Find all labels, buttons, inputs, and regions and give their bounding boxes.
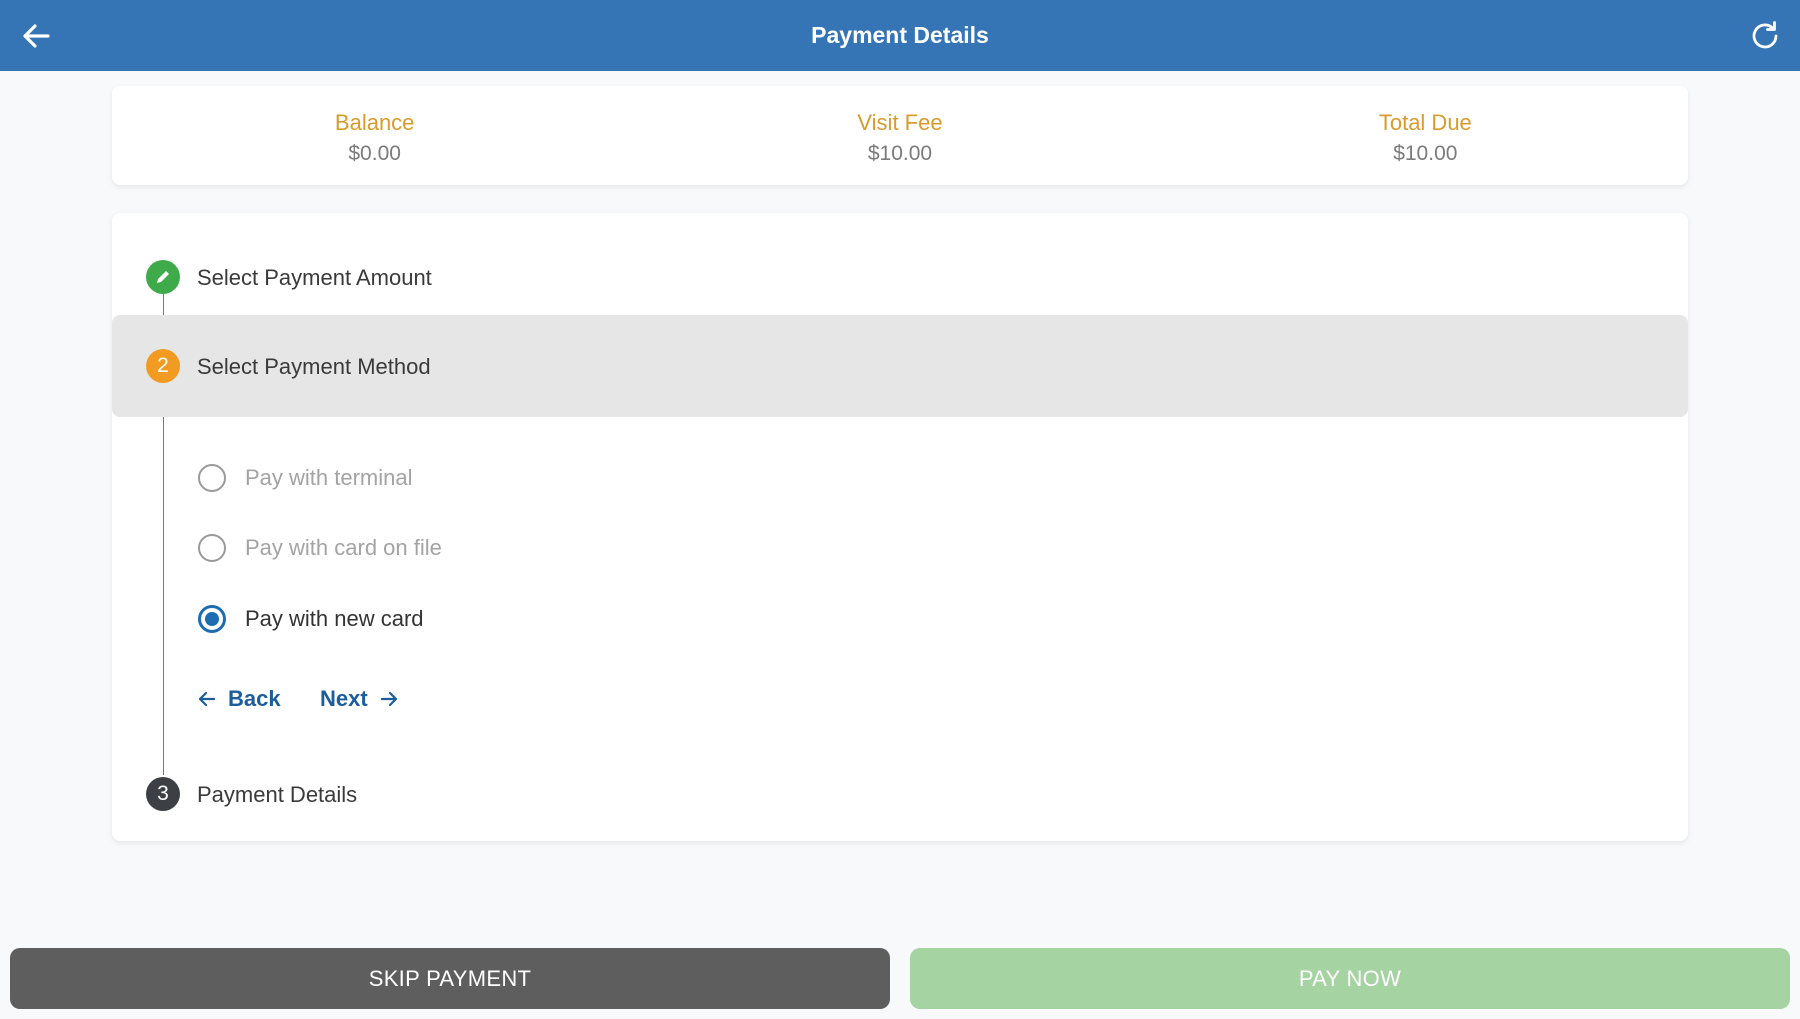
- balance-summary: Balance $0.00: [112, 86, 637, 185]
- payment-stepper: Select Payment Amount 2 Select Payment M…: [112, 213, 1688, 841]
- next-label: Next: [320, 686, 368, 711]
- total-due-label: Total Due: [1378, 110, 1472, 135]
- radio-label: Pay with terminal: [245, 465, 413, 490]
- step-connector: [163, 393, 164, 775]
- pencil-icon: [157, 271, 169, 283]
- radio-button[interactable]: [198, 464, 226, 492]
- step-back-button[interactable]: Back: [196, 679, 281, 719]
- step-label: Select Payment Method: [197, 354, 431, 379]
- page-title: Payment Details: [811, 22, 989, 48]
- visit-fee-label: Visit Fee: [857, 110, 943, 135]
- total-due-value: $10.00: [1393, 142, 1458, 165]
- arrow-right-icon: [380, 691, 397, 707]
- refresh-icon: [1752, 20, 1777, 48]
- radio-button[interactable]: [198, 534, 226, 562]
- step-label: Payment Details: [197, 782, 358, 807]
- radio-label: Pay with card on file: [245, 535, 442, 560]
- pay-now-button[interactable]: PAY NOW: [910, 948, 1790, 1009]
- radio-label: Pay with new card: [245, 606, 424, 631]
- step-number-badge: 3: [146, 777, 180, 811]
- radio-pay-with-new-card[interactable]: Pay with new card: [198, 599, 424, 639]
- balance-value: $0.00: [348, 142, 401, 165]
- total-due-summary: Total Due $10.00: [1163, 86, 1688, 185]
- balance-label: Balance: [334, 110, 415, 135]
- step-select-payment-amount[interactable]: Select Payment Amount: [112, 225, 1688, 303]
- back-label: Back: [228, 686, 281, 711]
- arrow-left-icon: [198, 691, 216, 707]
- balance-summary-card: Balance $0.00 Visit Fee $10.00 Total Due…: [112, 86, 1688, 185]
- step-complete-indicator: [146, 260, 180, 294]
- radio-pay-with-terminal[interactable]: Pay with terminal: [198, 458, 413, 498]
- step-label: Select Payment Amount: [197, 265, 432, 290]
- visit-fee-summary: Visit Fee $10.00: [637, 86, 1162, 185]
- visit-fee-value: $10.00: [867, 142, 933, 165]
- step-next-button[interactable]: Next: [320, 679, 400, 719]
- step-payment-details[interactable]: 3 Payment Details: [112, 753, 1688, 831]
- step-number-badge: 2: [146, 349, 180, 383]
- skip-payment-button[interactable]: SKIP PAYMENT: [10, 948, 890, 1009]
- refresh-button[interactable]: [1729, 0, 1800, 71]
- radio-button-selected[interactable]: [198, 605, 226, 633]
- step-select-payment-method[interactable]: 2 Select Payment Method: [112, 315, 1688, 417]
- radio-dot: [205, 612, 219, 626]
- app-header: Payment Details: [0, 0, 1800, 71]
- radio-pay-with-card-on-file[interactable]: Pay with card on file: [198, 528, 442, 568]
